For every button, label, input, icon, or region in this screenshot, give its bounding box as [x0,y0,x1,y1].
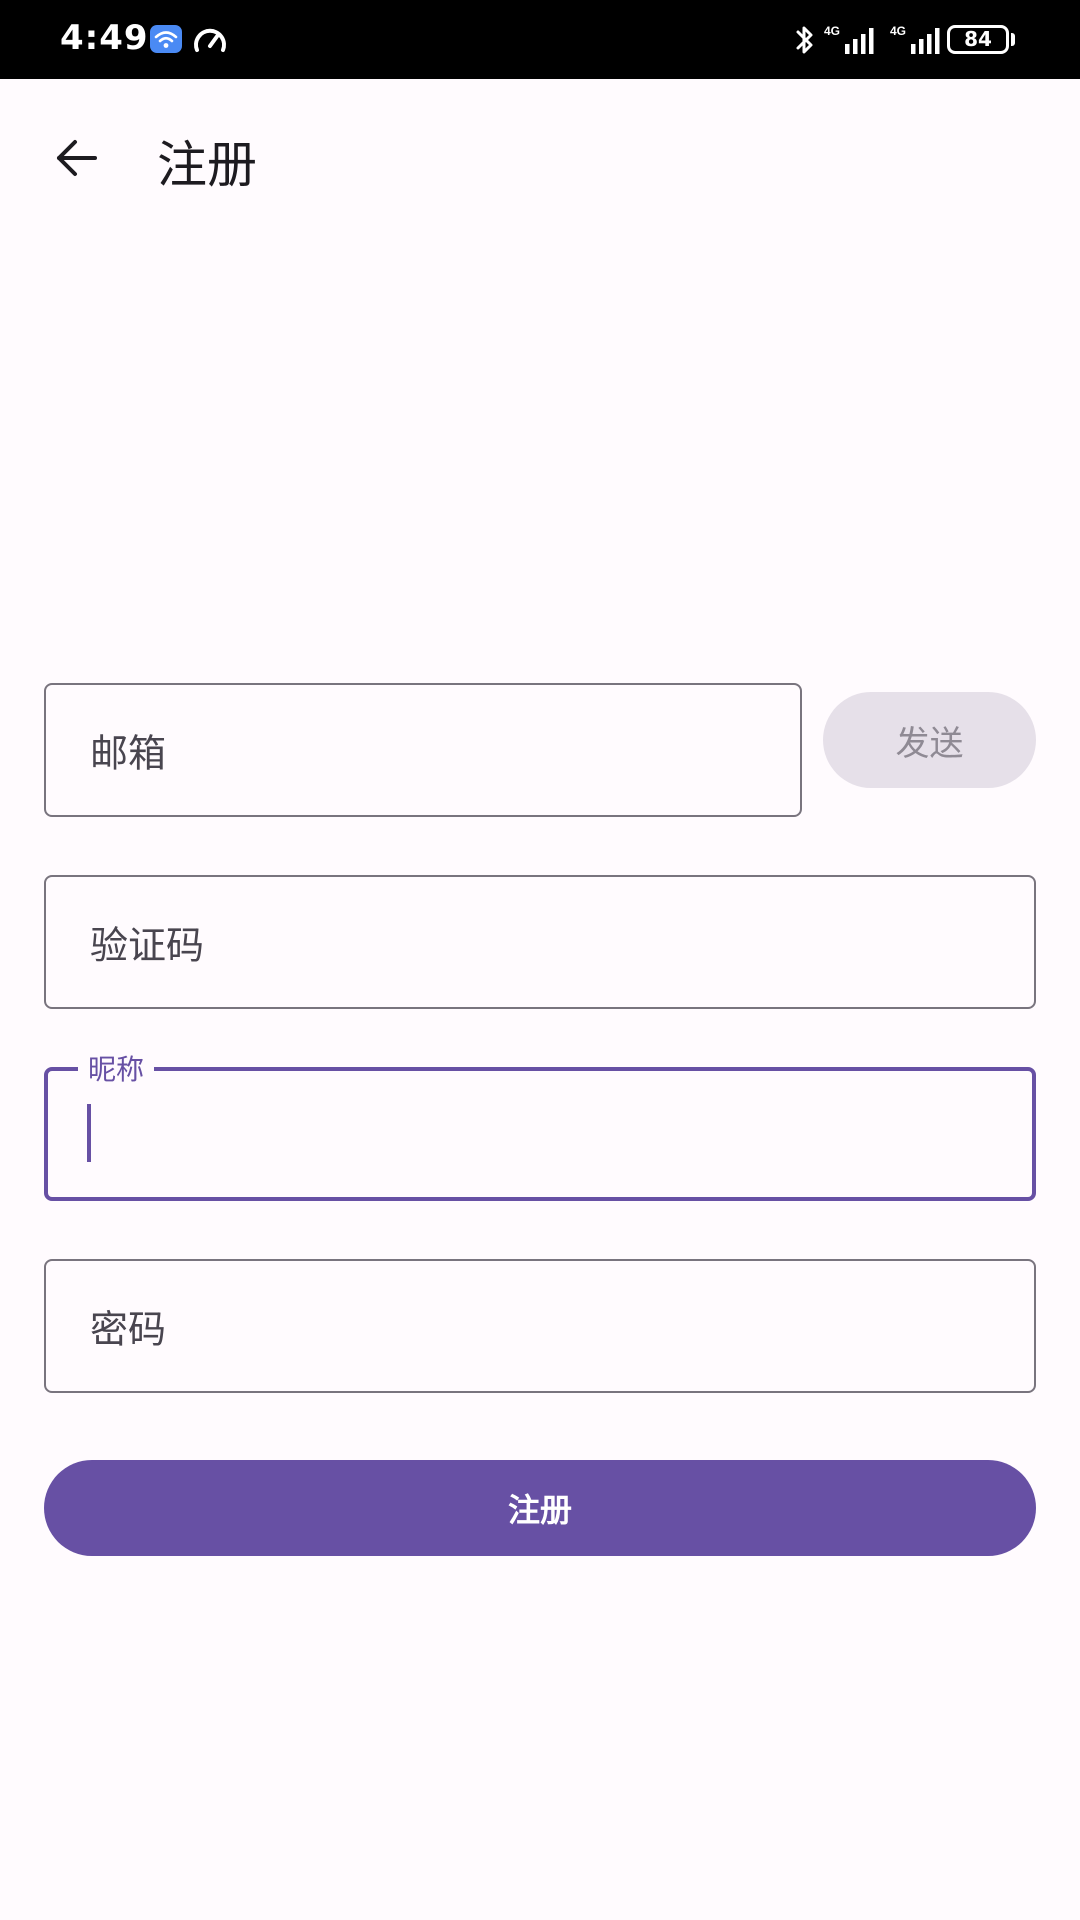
speed-icon [191,22,229,60]
nickname-field[interactable] [44,1067,1036,1201]
cell-signal-icon: 4G [823,22,881,56]
send-code-button[interactable]: 发送 [823,692,1036,788]
password-label: 密码 [90,1307,167,1352]
battery-tip [1011,33,1015,46]
page-title: 注册 [157,136,257,194]
signal-label: 4G [824,24,840,38]
nickname-label: 昵称 [78,1048,155,1088]
text-cursor [87,1104,91,1162]
email-label: 邮箱 [90,731,167,776]
register-button[interactable]: 注册 [44,1460,1036,1556]
status-time: 4:49 [60,18,149,58]
signal-label: 4G [890,24,906,38]
email-field[interactable]: 邮箱 [44,683,802,817]
password-field[interactable]: 密码 [44,1259,1036,1393]
arrow-left-icon [57,140,97,176]
verification-code-label: 验证码 [90,923,205,968]
bluetooth-icon [793,23,817,57]
wifi-icon [150,25,182,53]
cell-signal-icon: 4G [889,22,947,56]
back-button[interactable] [36,118,116,198]
verification-code-field[interactable]: 验证码 [44,875,1036,1009]
status-bar: 4:49 4G 4G 84 [0,0,1080,79]
battery-icon: 84 [947,25,1009,54]
app-bar: 注册 [0,79,1080,235]
